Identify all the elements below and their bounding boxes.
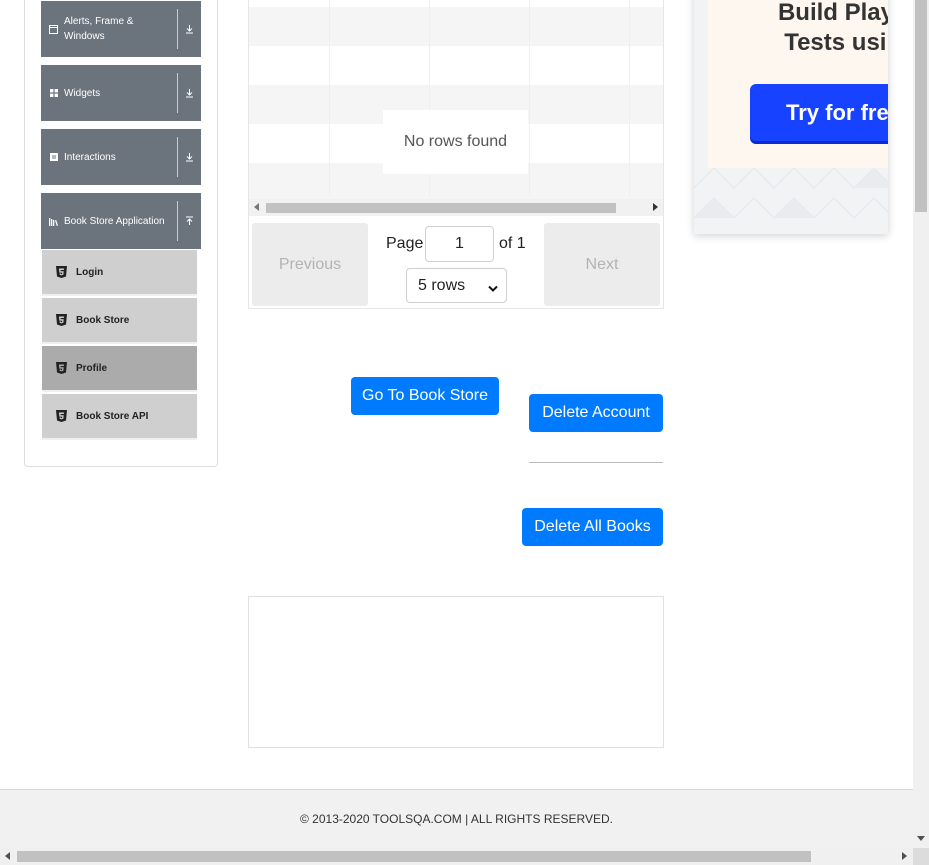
sidebar-group-label: Book Store Application: [64, 215, 165, 227]
html5-icon: [56, 410, 67, 422]
go-to-book-store-button[interactable]: Go To Book Store: [351, 377, 499, 415]
scroll-left-icon[interactable]: [5, 852, 10, 860]
interactions-icon: [49, 153, 58, 162]
html5-icon: [56, 362, 67, 374]
window-icon: [49, 24, 58, 34]
scrollbar-thumb[interactable]: [17, 851, 811, 862]
footer: © 2013-2020 TOOLSQA.COM | ALL RIGHTS RES…: [0, 789, 913, 848]
page-vertical-scrollbar[interactable]: [913, 0, 929, 848]
html5-icon: [56, 314, 67, 326]
scroll-down-icon[interactable]: [917, 836, 925, 841]
page-number-input[interactable]: 1: [425, 226, 494, 262]
sidebar-group-label: Widgets: [64, 87, 101, 99]
books-table: No rows found Previous Page 1 of 1 5 row…: [248, 0, 664, 309]
table-header: [249, 0, 663, 7]
empty-content-box: [248, 596, 664, 748]
ad-background-pattern: [694, 168, 888, 219]
try-for-free-button[interactable]: Try for free: [750, 84, 888, 141]
sidebar-group-label: Interactions: [64, 151, 116, 163]
sidebar-group-interactions[interactable]: Interactions: [41, 129, 201, 185]
html5-icon: [56, 266, 67, 278]
scroll-right-icon[interactable]: [653, 203, 658, 211]
sidebar-item-book-store[interactable]: Book Store: [42, 298, 197, 344]
divider: [529, 462, 663, 463]
download-arrow-icon[interactable]: [182, 65, 196, 121]
page-label: Page: [386, 235, 424, 252]
sidebar-group-book-store-application[interactable]: Book Store Application: [41, 193, 201, 249]
download-arrow-icon[interactable]: [182, 1, 196, 57]
download-arrow-icon[interactable]: [182, 129, 196, 185]
bookshelf-icon: [49, 217, 58, 226]
sidebar-item-label: Book Store API: [76, 410, 149, 422]
page: Alerts, Frame & Windows Widgets Interact…: [0, 0, 929, 865]
sidebar-item-book-store-api[interactable]: Book Store API: [42, 394, 197, 440]
total-pages-label: of 1: [499, 235, 526, 252]
scroll-right-icon[interactable]: [902, 852, 907, 860]
table-horizontal-scrollbar[interactable]: [249, 199, 663, 216]
next-button[interactable]: Next: [544, 223, 660, 306]
sidebar-group-label: Alerts, Frame & Windows: [64, 16, 134, 42]
sidebar-group-alerts[interactable]: Alerts, Frame & Windows: [41, 1, 201, 57]
previous-button[interactable]: Previous: [252, 223, 368, 306]
rows-per-page-select[interactable]: 5 rows: [406, 268, 507, 303]
sidebar-item-label: Book Store: [76, 314, 130, 326]
copyright-text: © 2013-2020 TOOLSQA.COM | ALL RIGHTS RES…: [300, 812, 613, 826]
no-rows-message: No rows found: [383, 110, 528, 174]
upload-arrow-icon[interactable]: [182, 193, 196, 249]
scrollbar-corner: [913, 848, 929, 865]
table-row: [249, 46, 663, 85]
table-row: [249, 7, 663, 46]
scrollbar-thumb[interactable]: [266, 203, 616, 213]
delete-account-button[interactable]: Delete Account: [529, 394, 663, 432]
rows-per-page-value: 5 rows: [418, 276, 466, 294]
chevron-down-icon: [488, 280, 498, 298]
grid-icon: [49, 89, 58, 98]
sidebar-item-label: Login: [76, 266, 104, 278]
sidebar-item-profile[interactable]: Profile: [42, 346, 197, 392]
scroll-left-icon[interactable]: [254, 203, 259, 211]
sidebar-group-widgets[interactable]: Widgets: [41, 65, 201, 121]
ad-title: Build Playwr Tests using: [777, 0, 888, 56]
scrollbar-thumb[interactable]: [915, 0, 927, 212]
page-horizontal-scrollbar[interactable]: [0, 848, 929, 865]
sidebar-item-label: Profile: [76, 362, 108, 374]
sidebar-item-login[interactable]: Login: [42, 250, 197, 296]
delete-all-books-button[interactable]: Delete All Books: [522, 508, 663, 546]
advertisement[interactable]: Build Playwr Tests using Try for free: [694, 0, 888, 234]
